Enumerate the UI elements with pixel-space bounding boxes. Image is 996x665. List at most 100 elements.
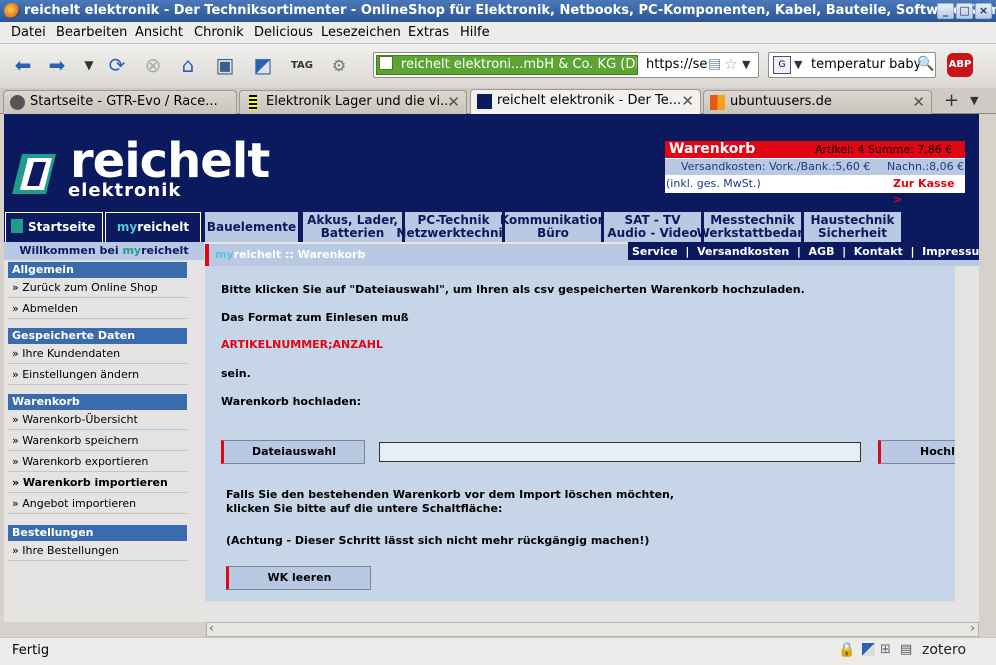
sidebar-item-warenkorb-importieren[interactable]: » Warenkorb importieren — [8, 473, 187, 493]
search-engine-icon[interactable]: G — [773, 56, 791, 74]
tab-label: ubuntuusers.de — [730, 94, 832, 109]
cart-title[interactable]: Warenkorb — [669, 141, 755, 158]
menu-lesezeichen[interactable]: Lesezeichen — [321, 25, 401, 40]
close-tab-icon[interactable]: ✕ — [447, 91, 460, 113]
breadcrumb-my: my — [215, 248, 234, 261]
cart-header: Warenkorb Artikel: 4 Summe: 7,86 € — [665, 141, 965, 158]
lock-icon[interactable]: 🔒 — [838, 642, 855, 658]
cart-box: Warenkorb Artikel: 4 Summe: 7,86 € Versa… — [665, 141, 965, 206]
scroll-right-icon[interactable]: › — [970, 621, 975, 635]
maximize-icon[interactable]: □ — [956, 3, 973, 19]
bookmark-star-icon[interactable]: ☆ — [724, 55, 737, 73]
close-tab-icon[interactable]: ✕ — [681, 90, 694, 112]
bookmark-tool-icon[interactable]: ⚙ — [326, 52, 352, 78]
clear-cart-button[interactable]: WK leeren — [226, 566, 371, 590]
top-links[interactable]: Service | Versandkosten | AGB | Kontakt … — [632, 245, 979, 258]
reichelt-logo-icon[interactable] — [12, 150, 66, 198]
url-bar[interactable]: reichelt elektroni...mbH & Co. KG (DE) h… — [373, 52, 759, 78]
history-dropdown-icon[interactable]: ▼ — [76, 52, 102, 78]
reichelt-favicon-icon — [477, 94, 492, 109]
sidebar-item-warenkorb-uebersicht[interactable]: » Warenkorb-Übersicht — [8, 410, 187, 430]
nav-tab-sat-tv[interactable]: SAT - TV Audio - Video — [604, 212, 702, 242]
clear-info-line2: klicken Sie bitte auf die untere Schaltf… — [226, 502, 503, 515]
menu-hilfe[interactable]: Hilfe — [460, 25, 490, 40]
screenshot-icon[interactable]: ▣ — [212, 52, 238, 78]
welcome-text: Willkommen bei myreichelt — [4, 242, 204, 260]
menu-chronik[interactable]: Chronik — [194, 25, 244, 40]
tab-ubuntuusers[interactable]: ubuntuusers.de ✕ — [703, 90, 932, 114]
checkout-link[interactable]: Zur Kasse > — [893, 176, 965, 208]
nav-tab-startseite[interactable]: Startseite — [5, 212, 103, 242]
nav-tab-bauelemente[interactable]: Bauelemente — [205, 212, 299, 242]
search-input[interactable]: temperatur baby — [811, 57, 921, 72]
stop-icon[interactable]: ⊗ — [140, 52, 166, 78]
forward-arrow-icon[interactable]: ➡ — [44, 52, 70, 78]
gtr-favicon-icon — [10, 95, 25, 110]
minimize-icon[interactable]: _ — [937, 3, 954, 19]
nav-tab-label: Batterien — [320, 226, 385, 240]
menu-delicious[interactable]: Delicious — [254, 25, 313, 40]
reload-icon[interactable]: ⟳ — [104, 52, 130, 78]
panel-icon[interactable]: ▤ — [900, 642, 912, 657]
search-icon[interactable]: 🔍 — [917, 56, 934, 72]
home-icon[interactable]: ⌂ — [175, 52, 201, 78]
vertical-scrollbar[interactable] — [979, 114, 996, 622]
menu-bearbeiten[interactable]: Bearbeiten — [56, 25, 127, 40]
menu-extras[interactable]: Extras — [408, 25, 449, 40]
reichelt-logo-text[interactable]: reichelt — [70, 136, 270, 186]
tab-list-icon[interactable]: ▼ — [970, 94, 978, 107]
sidebar-section-warenkorb: Warenkorb — [8, 394, 187, 410]
tab-gtr-evo[interactable]: Startseite - GTR-Evo / Race... — [3, 90, 237, 114]
site-identity-button[interactable]: reichelt elektroni...mbH & Co. KG (DE) — [376, 55, 638, 75]
sidebar-item-bestellungen[interactable]: » Ihre Bestellungen — [8, 541, 187, 561]
upload-button[interactable]: Hochl — [878, 440, 955, 464]
tab-reichelt[interactable]: reichelt elektronik - Der Te... ✕ — [470, 89, 701, 114]
tab-elektronik-lager[interactable]: Elektronik Lager und die vi... ✕ — [239, 90, 467, 114]
nav-tab-akkus[interactable]: Akkus, Lader, Batterien — [303, 212, 403, 242]
sidebar-item-zurueck[interactable]: » Zurück zum Online Shop — [8, 278, 187, 298]
adblock-plus-icon[interactable]: ABP — [947, 53, 973, 77]
search-bar[interactable]: G ▼ temperatur baby 🔍 — [768, 52, 936, 78]
format-suffix: sein. — [221, 367, 251, 380]
cart-shipping-row: Versandkosten: Vork./Bank.:5,60 € Nachn.… — [665, 159, 965, 175]
elektronik-logo-text: elektronik — [68, 180, 182, 201]
sidebar-item-warenkorb-exportieren[interactable]: » Warenkorb exportieren — [8, 452, 187, 472]
scroll-left-icon[interactable]: ‹ — [209, 621, 214, 635]
file-path-field[interactable] — [379, 442, 861, 462]
cart-versand: Versandkosten: Vork./Bank.:5,60 € — [681, 160, 871, 173]
sidebar-item-warenkorb-speichern[interactable]: » Warenkorb speichern — [8, 431, 187, 451]
sidebar-item-abmelden[interactable]: » Abmelden — [8, 299, 187, 319]
window-icon[interactable]: ◩ — [250, 52, 276, 78]
sidebar-item-einstellungen[interactable]: » Einstellungen ändern — [8, 365, 187, 385]
close-window-icon[interactable]: × — [975, 3, 992, 19]
menu-datei[interactable]: Datei — [11, 25, 46, 40]
cart-nachnahme: Nachn.:8,06 € — [887, 160, 965, 173]
nav-tab-haustechnik[interactable]: Haustechnik Sicherheit — [804, 212, 902, 242]
site-identity-label: reichelt elektroni...mbH & Co. KG (DE) — [401, 57, 638, 72]
nav-tab-pc-technik[interactable]: PC-Technik Netzwerktechnik — [396, 212, 511, 242]
site-icon — [379, 56, 393, 70]
new-tab-icon[interactable]: + — [944, 90, 959, 111]
engine-dropdown-icon[interactable]: ▼ — [794, 58, 802, 71]
file-select-button[interactable]: Dateiauswahl — [221, 440, 365, 464]
tag-icon[interactable]: TAG — [289, 52, 315, 78]
zotero-button[interactable]: zotero — [922, 642, 966, 658]
sidebar-item-kundendaten[interactable]: » Ihre Kundendaten — [8, 344, 187, 364]
close-tab-icon[interactable]: ✕ — [912, 91, 925, 113]
menu-ansicht[interactable]: Ansicht — [135, 25, 183, 40]
grid-icon[interactable]: ⊞ — [880, 642, 891, 657]
nav-tab-messtechnik[interactable]: Messtechnik Werkstattbedarf — [697, 212, 808, 242]
horizontal-scrollbar[interactable]: ‹ › — [206, 621, 979, 637]
back-arrow-icon[interactable]: ⬅ — [10, 52, 36, 78]
ubuntu-favicon-icon — [710, 95, 725, 110]
tab-label: Startseite - GTR-Evo / Race... — [30, 94, 218, 109]
screen-icon[interactable] — [862, 643, 875, 656]
nav-tab-label: Büro — [537, 226, 569, 240]
tab-label: reichelt elektronik - Der Te... — [497, 93, 682, 108]
url-dropdown-icon[interactable]: ▼ — [742, 58, 750, 71]
nav-tab-myreichelt[interactable]: my reichelt — [105, 212, 201, 242]
format-value: ARTIKELNUMMER;ANZAHL — [221, 338, 383, 351]
nav-tab-kommunikation[interactable]: Kommunikation Büro — [500, 212, 606, 242]
sidebar-item-angebot-importieren[interactable]: » Angebot importieren — [8, 494, 187, 514]
url-text[interactable]: https://se — [646, 57, 707, 72]
